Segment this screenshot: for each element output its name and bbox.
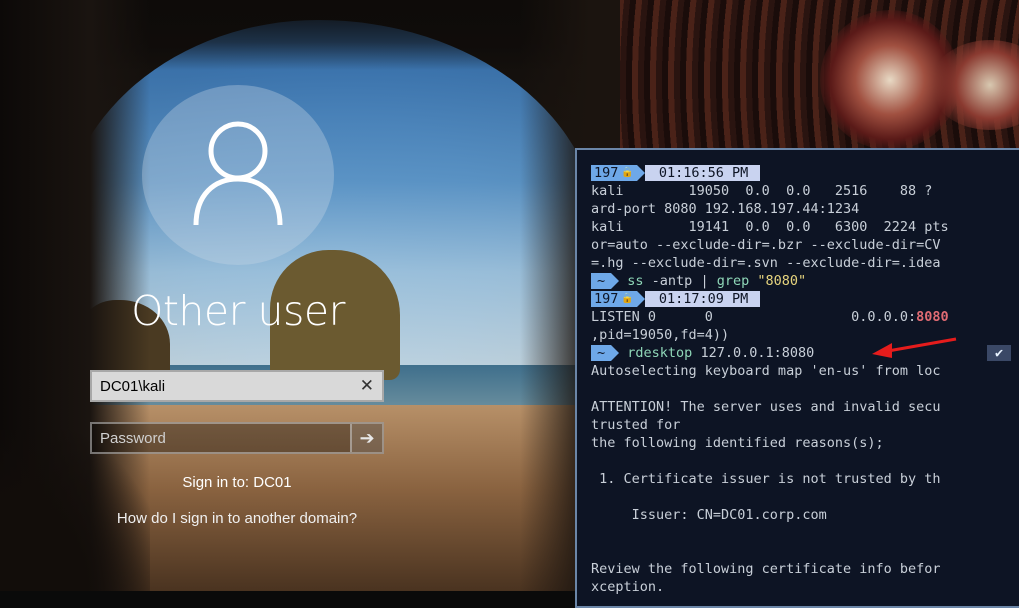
terminal-prompt-time-line: 197 🔒 01:17:09 PM [591,290,761,308]
lock-icon: 🔒 [621,165,637,181]
prompt-separator [611,345,620,361]
terminal-output-line: xception. [591,579,665,595]
prompt-separator [611,273,620,289]
username-input-value: DC01\kali [100,378,166,395]
submit-arrow-button[interactable]: ➔ [350,424,382,452]
username-input[interactable]: DC01\kali ✕ [90,370,384,402]
terminal-output-line: =.hg --exclude-dir=.svn --exclude-dir=.i… [591,255,941,271]
terminal-output-line: ard-port 8080 192.168.197.44:1234 [591,201,860,217]
another-domain-link[interactable]: How do I sign in to another domain? [90,510,384,527]
command-args: 127.0.0.1:8080 [692,345,815,361]
terminal-output-line: kali 19050 0.0 0.0 2516 88 ? [591,183,933,199]
prompt-segment-time: 01:16:56 PM [644,165,761,181]
clear-x-icon[interactable]: ✕ [360,376,374,396]
password-placeholder: Password [100,430,166,447]
lock-icon: 🔒 [621,291,637,307]
prompt-status-segment: ✔ [987,344,1012,362]
red-arrow-annotation [872,337,957,358]
terminal-output-line: kali 19141 0.0 0.0 6300 2224 pts [591,219,949,235]
terminal-output-line: the following identified reasons(s); [591,435,884,451]
terminal-output-line: ,pid=19050,fd=4)) [591,327,730,343]
command-name: grep [716,273,750,289]
terminal-prompt-time-line: 197 🔒 01:16:56 PM [591,164,761,182]
username-label: Other user [131,287,345,335]
terminal-output-line: or=auto --exclude-dir=.bzr --exclude-dir… [591,237,941,253]
user-avatar [142,85,334,265]
command-name: ss [627,273,644,289]
port-highlight: 8080 [916,309,949,325]
terminal-output-line: Issuer: CN=DC01.corp.com [591,507,827,523]
terminal-command-line: ~ rdesktop 127.0.0.1:8080 ✔ [591,344,1012,362]
user-silhouette-icon [193,121,283,226]
prompt-segment-time: 01:17:09 PM [644,291,761,307]
password-input[interactable]: Password ➔ [90,422,384,454]
terminal-output-line: trusted for [591,417,681,433]
prompt-segment-home: ~ [591,273,612,289]
check-icon: ✔ [987,345,1012,361]
terminal-output-line: 1. Certificate issuer is not trusted by … [591,471,941,487]
terminal-window[interactable]: 197 🔒 01:16:56 PM kali 19050 0.0 0.0 2516 8… [575,148,1019,608]
prompt-separator [636,291,645,307]
terminal-output-line: ATTENTION! The server uses and invalid s… [591,399,941,415]
command-name: rdesktop [627,345,693,361]
arrow-right-icon: ➔ [359,427,375,448]
prompt-segment-number: 197 [591,291,622,307]
prompt-segment-home: ~ [591,345,612,361]
terminal-output-line: LISTEN 0 0 0.0.0.0:8080 [591,308,949,326]
prompt-separator [636,165,645,181]
terminal-output-line: Autoselecting keyboard map 'en-us' from … [591,363,941,379]
terminal-command-line: ~ ss -antp | grep "8080" [591,272,806,290]
prompt-segment-number: 197 [591,165,622,181]
terminal-output-line: Review the following certificate info be… [591,561,941,577]
command-string: "8080" [749,273,807,289]
sign-in-to-label: Sign in to: DC01 [182,474,292,491]
output-text: LISTEN 0 0 0.0.0.0: [591,309,917,325]
command-args: -antp | [643,273,717,289]
